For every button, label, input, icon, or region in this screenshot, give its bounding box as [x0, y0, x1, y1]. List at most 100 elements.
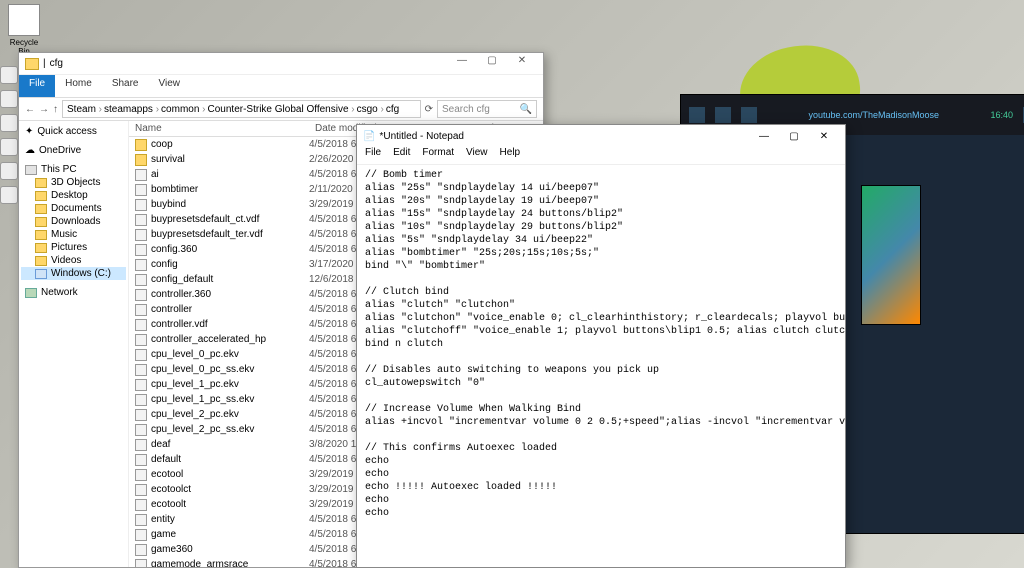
- tree-this-pc[interactable]: This PC: [21, 163, 126, 176]
- notepad-titlebar[interactable]: 📄 *Untitled - Notepad — ▢ ✕: [357, 125, 845, 147]
- menu-edit[interactable]: Edit: [393, 147, 410, 164]
- nav-forward-icon[interactable]: →: [39, 104, 49, 115]
- folder-icon: [135, 154, 147, 166]
- file-icon: [135, 274, 147, 286]
- ribbon-share-tab[interactable]: Share: [102, 75, 149, 97]
- col-name[interactable]: Name: [129, 121, 309, 136]
- file-name: entity: [151, 514, 175, 525]
- ribbon-view-tab[interactable]: View: [149, 75, 191, 97]
- file-name: buybind: [151, 199, 186, 210]
- file-name: cpu_level_1_pc_ss.ekv: [151, 394, 254, 405]
- nav-up-icon[interactable]: ↑: [53, 104, 58, 115]
- breadcrumb-segment[interactable]: common: [161, 104, 205, 115]
- file-icon: [135, 514, 147, 526]
- breadcrumb[interactable]: SteamsteamappscommonCounter-Strike Globa…: [62, 100, 421, 118]
- steam-game-cover[interactable]: [861, 185, 921, 325]
- file-name: controller.vdf: [151, 319, 208, 330]
- steam-nav-icon[interactable]: [689, 107, 705, 123]
- steam-url: youtube.com/TheMadisonMoose: [767, 110, 980, 120]
- tree-c-drive[interactable]: Windows (C:): [21, 267, 126, 280]
- explorer-separator: |: [43, 58, 46, 69]
- tree-documents[interactable]: Documents: [21, 202, 126, 215]
- close-icon[interactable]: ✕: [507, 55, 537, 73]
- breadcrumb-segment[interactable]: csgo: [357, 104, 384, 115]
- file-icon: [135, 184, 147, 196]
- menu-view[interactable]: View: [466, 147, 488, 164]
- file-name: cpu_level_2_pc_ss.ekv: [151, 424, 254, 435]
- maximize-icon[interactable]: ▢: [779, 131, 809, 142]
- steam-nav-icon[interactable]: [741, 107, 757, 123]
- shortcut-icon[interactable]: [0, 186, 18, 204]
- file-name: controller.360: [151, 289, 211, 300]
- tree-desktop[interactable]: Desktop: [21, 189, 126, 202]
- nav-tree[interactable]: ✦Quick access ☁OneDrive This PC 3D Objec…: [19, 121, 129, 567]
- search-input[interactable]: Search cfg 🔍: [437, 100, 537, 118]
- file-icon: [135, 559, 147, 568]
- ribbon-file-tab[interactable]: File: [19, 75, 55, 97]
- file-icon: [135, 529, 147, 541]
- tree-pictures[interactable]: Pictures: [21, 241, 126, 254]
- file-name: controller: [151, 304, 192, 315]
- file-icon: [135, 469, 147, 481]
- steam-clock: 16:40: [990, 110, 1013, 120]
- ribbon-home-tab[interactable]: Home: [55, 75, 102, 97]
- shortcut-icon[interactable]: [0, 114, 18, 132]
- file-name: coop: [151, 139, 173, 150]
- shortcut-icon[interactable]: [0, 90, 18, 108]
- file-icon: [135, 484, 147, 496]
- menu-format[interactable]: Format: [422, 147, 454, 164]
- breadcrumb-segment[interactable]: cfg: [386, 104, 399, 115]
- recycle-bin[interactable]: Recycle Bin: [4, 4, 44, 56]
- file-name: gamemode_armsrace: [151, 559, 248, 567]
- file-name: cpu_level_2_pc.ekv: [151, 409, 239, 420]
- ribbon: File Home Share View: [19, 75, 543, 97]
- file-name: config: [151, 259, 178, 270]
- menu-help[interactable]: Help: [500, 147, 521, 164]
- folder-icon: [35, 178, 47, 188]
- maximize-icon[interactable]: ▢: [477, 55, 507, 73]
- file-name: controller_accelerated_hp: [151, 334, 266, 345]
- menu-file[interactable]: File: [365, 147, 381, 164]
- steam-nav-icon[interactable]: [715, 107, 731, 123]
- shortcut-icon[interactable]: [0, 138, 18, 156]
- tree-onedrive[interactable]: ☁OneDrive: [21, 144, 126, 157]
- file-name: config.360: [151, 244, 197, 255]
- minimize-icon[interactable]: —: [447, 55, 477, 73]
- folder-icon: [25, 58, 39, 70]
- tree-downloads[interactable]: Downloads: [21, 215, 126, 228]
- cloud-icon: ☁: [25, 145, 35, 156]
- file-name: cpu_level_0_pc_ss.ekv: [151, 364, 254, 375]
- refresh-icon[interactable]: ⟳: [425, 104, 433, 115]
- explorer-titlebar[interactable]: | cfg — ▢ ✕: [19, 53, 543, 75]
- tree-quick-access[interactable]: ✦Quick access: [21, 125, 126, 138]
- shortcut-icon[interactable]: [0, 162, 18, 180]
- file-icon: [135, 244, 147, 256]
- tree-music[interactable]: Music: [21, 228, 126, 241]
- file-icon: [135, 214, 147, 226]
- breadcrumb-segment[interactable]: steamapps: [104, 104, 159, 115]
- file-name: ecotoolt: [151, 499, 186, 510]
- file-icon: [135, 169, 147, 181]
- window-title: cfg: [50, 58, 63, 69]
- tree-3d-objects[interactable]: 3D Objects: [21, 176, 126, 189]
- nav-back-icon[interactable]: ←: [25, 104, 35, 115]
- shortcut-icon[interactable]: [0, 66, 18, 84]
- file-name: game: [151, 529, 176, 540]
- notepad-textarea[interactable]: // Bomb timer alias "25s" "sndplaydelay …: [357, 165, 845, 567]
- tree-network[interactable]: Network: [21, 286, 126, 299]
- file-icon: [135, 439, 147, 451]
- file-icon: [135, 364, 147, 376]
- file-icon: [135, 259, 147, 271]
- breadcrumb-segment[interactable]: Counter-Strike Global Offensive: [208, 104, 355, 115]
- file-name: buypresetsdefault_ter.vdf: [151, 229, 263, 240]
- breadcrumb-segment[interactable]: Steam: [67, 104, 102, 115]
- folder-icon: [35, 191, 47, 201]
- file-icon: [135, 409, 147, 421]
- tree-videos[interactable]: Videos: [21, 254, 126, 267]
- minimize-icon[interactable]: —: [749, 131, 779, 142]
- close-icon[interactable]: ✕: [809, 131, 839, 142]
- file-icon: [135, 349, 147, 361]
- notepad-window[interactable]: 📄 *Untitled - Notepad — ▢ ✕ File Edit Fo…: [356, 124, 846, 568]
- file-name: cpu_level_0_pc.ekv: [151, 349, 239, 360]
- file-icon: [135, 394, 147, 406]
